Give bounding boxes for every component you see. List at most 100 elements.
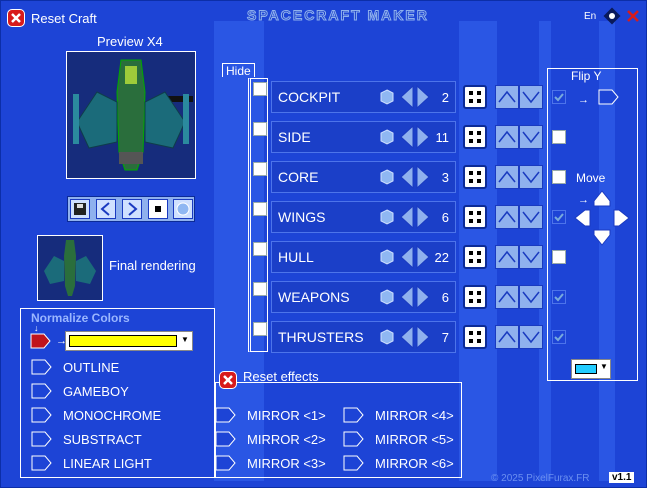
next-button[interactable] xyxy=(122,199,142,219)
hide-checkbox-5[interactable] xyxy=(253,282,267,296)
dice-button[interactable] xyxy=(463,325,487,349)
decrement-button xyxy=(400,165,414,189)
hide-checkbox-6[interactable] xyxy=(253,322,267,336)
chevron-down-icon: ▼ xyxy=(181,335,189,344)
dice-button[interactable] xyxy=(463,85,487,109)
part-value: 3 xyxy=(441,170,449,185)
random-part-button[interactable] xyxy=(379,89,395,105)
part-stepper[interactable] xyxy=(399,245,431,269)
layer-order-buttons[interactable] xyxy=(495,205,543,229)
close-icon xyxy=(223,375,233,385)
hide-checkbox-0[interactable] xyxy=(253,82,267,96)
mirror-option[interactable]: MIRROR <6> xyxy=(343,455,454,471)
increment-button xyxy=(416,205,430,229)
random-part-button[interactable] xyxy=(379,129,395,145)
language-button[interactable]: En xyxy=(584,11,596,22)
layer-order-buttons[interactable] xyxy=(495,325,543,349)
dice-button[interactable] xyxy=(463,165,487,189)
arrow-tag-icon xyxy=(31,407,52,423)
shuffle-icon[interactable] xyxy=(603,7,621,25)
save-button[interactable] xyxy=(70,199,90,219)
increment-button xyxy=(416,325,430,349)
decrement-button xyxy=(400,245,414,269)
random-part-button[interactable] xyxy=(379,289,395,305)
part-stepper[interactable] xyxy=(399,85,431,109)
arrow-tag-icon xyxy=(343,455,364,471)
layer-order-buttons[interactable] xyxy=(495,285,543,309)
mirror-option[interactable]: MIRROR <1> xyxy=(215,407,326,423)
dice-button[interactable] xyxy=(463,285,487,309)
layer-order-buttons[interactable] xyxy=(495,125,543,149)
decrement-button xyxy=(400,125,414,149)
dice-button[interactable] xyxy=(463,205,487,229)
random-part-button[interactable] xyxy=(379,249,395,265)
hide-checkbox-4[interactable] xyxy=(253,242,267,256)
mirror-option[interactable]: MIRROR <4> xyxy=(343,407,454,423)
reset-effects-button[interactable] xyxy=(219,371,237,389)
color-select[interactable]: ▼ xyxy=(571,359,611,379)
increment-button xyxy=(416,85,430,109)
random-all-button[interactable] xyxy=(173,199,193,219)
mirror-label: MIRROR <2> xyxy=(247,431,326,447)
part-stepper[interactable] xyxy=(399,125,431,149)
part-stepper[interactable] xyxy=(399,165,431,189)
flip-button[interactable] xyxy=(598,89,620,105)
hide-checkbox-1[interactable] xyxy=(253,122,267,136)
mirror-option[interactable]: MIRROR <3> xyxy=(215,455,326,471)
layer-order-buttons[interactable] xyxy=(495,165,543,189)
close-icon xyxy=(11,13,21,23)
stop-button[interactable] xyxy=(148,199,168,219)
mirror-label: MIRROR <5> xyxy=(375,431,454,447)
arrow-tag-icon xyxy=(343,407,364,423)
normalize-option[interactable]: MONOCHROME xyxy=(31,407,161,423)
option-label: OUTLINE xyxy=(63,359,120,375)
app-window: Reset Craft SPACECRAFT MAKER En Preview … xyxy=(0,0,647,488)
hide-checkbox-3[interactable] xyxy=(253,202,267,216)
reset-craft-button[interactable] xyxy=(7,9,25,27)
layer-order-buttons[interactable] xyxy=(495,85,543,109)
move-down-button xyxy=(593,229,611,246)
arrow-tag-icon xyxy=(31,455,52,471)
arrow-tag-icon xyxy=(215,431,236,447)
increment-button xyxy=(416,245,430,269)
reset-effects-label: Reset effects xyxy=(243,369,319,384)
random-part-button[interactable] xyxy=(379,169,395,185)
floppy-icon xyxy=(74,203,86,215)
random-part-button[interactable] xyxy=(379,329,395,345)
arrow-down-icon: ↓ xyxy=(34,323,39,333)
normalize-option[interactable]: GAMEBOY xyxy=(31,383,129,399)
chevron-left-icon xyxy=(100,202,110,216)
mirror-option[interactable]: MIRROR <2> xyxy=(215,431,326,447)
option-label: SUBSTRACT xyxy=(63,431,142,447)
chevron-down-icon: ▼ xyxy=(600,362,608,371)
move-pad[interactable] xyxy=(573,189,631,247)
close-window-icon[interactable] xyxy=(627,10,639,22)
random-part-button[interactable] xyxy=(379,209,395,225)
mirror-option[interactable]: MIRROR <5> xyxy=(343,431,454,447)
final-rendering-label: Final rendering xyxy=(109,258,196,273)
color-swatch xyxy=(575,364,597,374)
color-dropdown[interactable]: ▼ xyxy=(65,331,193,351)
layer-order-buttons[interactable] xyxy=(495,245,543,269)
normalize-option[interactable]: SUBSTRACT xyxy=(31,431,142,447)
part-value: 2 xyxy=(441,90,449,105)
part-stepper[interactable] xyxy=(399,325,431,349)
mirror-label: MIRROR <4> xyxy=(375,407,454,423)
hide-label: Hide xyxy=(222,63,255,78)
preview-label: Preview X4 xyxy=(97,34,163,49)
dice-button[interactable] xyxy=(463,125,487,149)
part-value: 6 xyxy=(441,290,449,305)
prev-button[interactable] xyxy=(96,199,116,219)
part-stepper[interactable] xyxy=(399,205,431,229)
ship-preview xyxy=(66,51,196,179)
normalize-option[interactable]: LINEAR LIGHT xyxy=(31,455,152,471)
hide-checkbox-2[interactable] xyxy=(253,162,267,176)
normalize-option[interactable]: OUTLINE xyxy=(31,359,119,375)
option-label: LINEAR LIGHT xyxy=(63,455,152,471)
ship-preview-image xyxy=(73,59,193,171)
part-stepper[interactable] xyxy=(399,285,431,309)
reset-craft-label: Reset Craft xyxy=(31,11,97,26)
normalize-apply-button[interactable] xyxy=(30,333,52,349)
dice-button[interactable] xyxy=(463,245,487,269)
move-up-button xyxy=(593,190,611,207)
